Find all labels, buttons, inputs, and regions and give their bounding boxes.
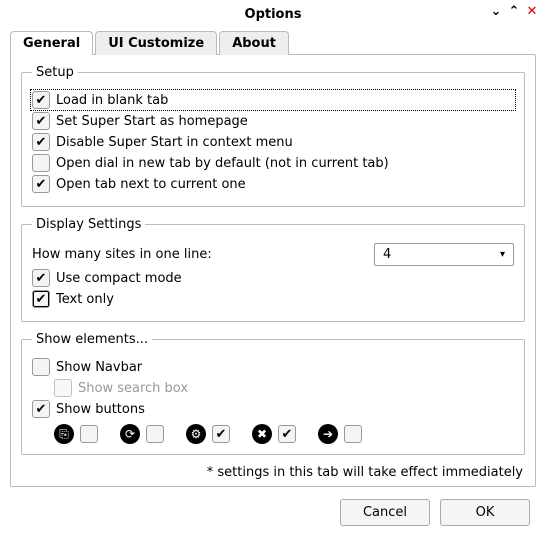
button-toggle-checkbox[interactable] <box>344 425 362 443</box>
show-elements-group: Show elements... Show Navbar Show search… <box>21 332 525 455</box>
show-searchbox-checkbox <box>54 379 72 397</box>
next-icon: ➔ <box>318 424 338 444</box>
sites-per-line-label: How many sites in one line: <box>32 247 212 262</box>
text-only-label: Text only <box>56 292 114 307</box>
display-legend: Display Settings <box>32 217 145 232</box>
ok-button[interactable]: OK <box>440 499 530 526</box>
show-buttons-checkbox[interactable] <box>32 400 50 418</box>
dialog-buttons: Cancel OK <box>0 487 546 526</box>
sites-per-line-value: 4 <box>383 247 391 262</box>
setup-label: Open tab next to current one <box>56 177 246 192</box>
button-toggle-pair: ⚙ <box>186 424 236 444</box>
setup-group: Setup Load in blank tab Set Super Start a… <box>21 65 525 207</box>
show-elements-legend: Show elements... <box>32 332 152 347</box>
setup-label: Disable Super Start in context menu <box>56 135 293 150</box>
setup-row: Open dial in new tab by default (not in … <box>32 154 514 172</box>
remove-icon: ✖ <box>252 424 272 444</box>
cancel-button[interactable]: Cancel <box>340 499 430 526</box>
setup-checkbox[interactable] <box>32 133 50 151</box>
window-title: Options <box>245 7 302 22</box>
minimize-icon[interactable]: ⌄ <box>488 4 504 19</box>
sites-per-line-select[interactable]: 4 ▾ <box>374 243 514 266</box>
setup-label: Load in blank tab <box>56 93 168 108</box>
setup-legend: Setup <box>32 65 78 80</box>
display-settings-group: Display Settings How many sites in one l… <box>21 217 525 322</box>
titlebar: Options ⌄ ⌃ ✕ <box>0 0 546 28</box>
maximize-icon[interactable]: ⌃ <box>506 4 522 19</box>
refresh-icon: ⟳ <box>120 424 140 444</box>
button-toggle-pair: ⎘ <box>54 424 104 444</box>
show-searchbox-label: Show search box <box>78 381 188 396</box>
button-toggle-checkbox[interactable] <box>278 425 296 443</box>
tab-panel-general: Setup Load in blank tab Set Super Start a… <box>10 54 536 487</box>
tab-general[interactable]: General <box>10 31 93 55</box>
button-toggle-pair: ➔ <box>318 424 368 444</box>
compact-mode-label: Use compact mode <box>56 271 182 286</box>
tab-about[interactable]: About <box>219 31 289 55</box>
config-icon: ⚙ <box>186 424 206 444</box>
setup-checkbox[interactable] <box>32 112 50 130</box>
button-toggle-pair: ⟳ <box>120 424 170 444</box>
setup-row: Open tab next to current one <box>32 175 514 193</box>
show-buttons-label: Show buttons <box>56 402 145 417</box>
setup-row: Disable Super Start in context menu <box>32 133 514 151</box>
setup-checkbox[interactable] <box>32 91 50 109</box>
show-navbar-checkbox[interactable] <box>32 358 50 376</box>
button-toggle-checkbox[interactable] <box>212 425 230 443</box>
close-icon[interactable]: ✕ <box>524 4 540 19</box>
button-toggle-checkbox[interactable] <box>80 425 98 443</box>
footnote: * settings in this tab will take effect … <box>21 465 523 480</box>
button-toggle-pair: ✖ <box>252 424 302 444</box>
newtab-icon: ⎘ <box>54 424 74 444</box>
tab-bar: General UI Customize About <box>0 30 546 54</box>
chevron-down-icon: ▾ <box>500 249 505 260</box>
tab-ui-customize[interactable]: UI Customize <box>95 31 217 55</box>
setup-checkbox[interactable] <box>32 154 50 172</box>
text-only-checkbox[interactable] <box>32 290 50 308</box>
setup-checkbox[interactable] <box>32 175 50 193</box>
compact-mode-checkbox[interactable] <box>32 269 50 287</box>
button-toggle-checkbox[interactable] <box>146 425 164 443</box>
setup-row: Load in blank tab <box>32 91 514 109</box>
setup-label: Open dial in new tab by default (not in … <box>56 156 389 171</box>
setup-row: Set Super Start as homepage <box>32 112 514 130</box>
setup-label: Set Super Start as homepage <box>56 114 248 129</box>
show-navbar-label: Show Navbar <box>56 360 142 375</box>
